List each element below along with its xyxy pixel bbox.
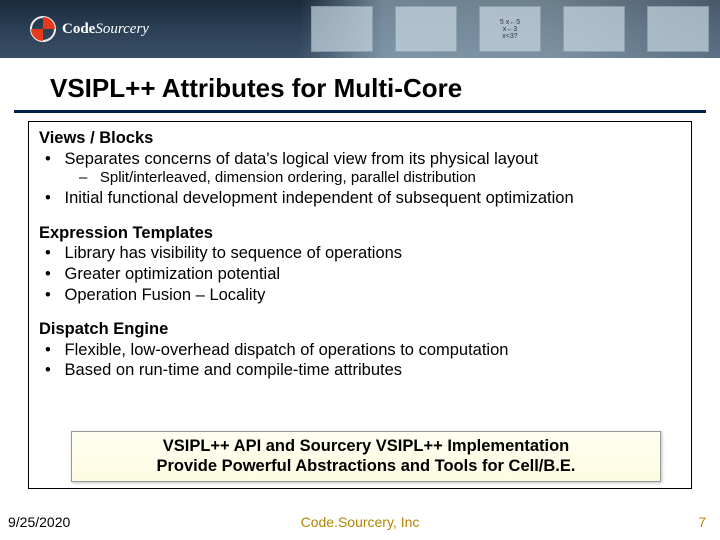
sub-bullet-text: Split/interleaved, dimension ordering, p… [100,169,476,186]
bullet: • Initial functional development indepen… [45,188,681,209]
footer-page: 7 [698,514,706,530]
sub-bullet: – Split/interleaved, dimension ordering,… [79,169,681,188]
section-head: Views / Blocks [39,128,681,149]
slide-title: VSIPL++ Attributes for Multi-Core [50,73,720,104]
banner-decoration: 5 x←5x←3x<3? [300,0,720,58]
footer-org: Code.Sourcery, Inc [0,514,720,530]
bullet: • Flexible, low-overhead dispatch of ope… [45,340,681,361]
logo-icon [30,16,56,42]
bullet: • Library has visibility to sequence of … [45,243,681,264]
deco-tile [563,6,625,52]
callout-box: VSIPL++ API and Sourcery VSIPL++ Impleme… [71,431,661,482]
bullet-text: Operation Fusion – Locality [65,286,266,304]
bullet-text: Based on run-time and compile-time attri… [65,361,403,379]
bullet: • Operation Fusion – Locality [45,285,681,306]
deco-tile: 5 x←5x←3x<3? [479,6,541,52]
section-head: Expression Templates [39,223,681,244]
bullet-text: Initial functional development independe… [65,189,574,207]
bullet-text: Greater optimization potential [65,265,281,283]
bullet: • Greater optimization potential [45,264,681,285]
deco-tile [647,6,709,52]
deco-tile [311,6,373,52]
section-head: Dispatch Engine [39,319,681,340]
logo-brand-a: Code [62,21,95,37]
bullet: • Separates concerns of data's logical v… [45,149,681,170]
title-divider [14,110,706,113]
bullet-text: Flexible, low-overhead dispatch of opera… [65,341,509,359]
bullet-text: Library has visibility to sequence of op… [65,244,403,262]
logo-brand-b: Sourcery [95,21,149,37]
callout-line2: Provide Powerful Abstractions and Tools … [80,456,652,477]
callout-line1: VSIPL++ API and Sourcery VSIPL++ Impleme… [80,436,652,457]
logo: CodeSourcery [30,16,149,42]
bullet-text: Separates concerns of data's logical vie… [65,150,539,168]
footer: 9/25/2020 Code.Sourcery, Inc 7 [0,514,720,534]
deco-tile [395,6,457,52]
header-banner: CodeSourcery 5 x←5x←3x<3? [0,0,720,58]
logo-text: CodeSourcery [62,21,149,38]
bullet: • Based on run-time and compile-time att… [45,360,681,381]
content-box: Views / Blocks • Separates concerns of d… [28,121,692,489]
